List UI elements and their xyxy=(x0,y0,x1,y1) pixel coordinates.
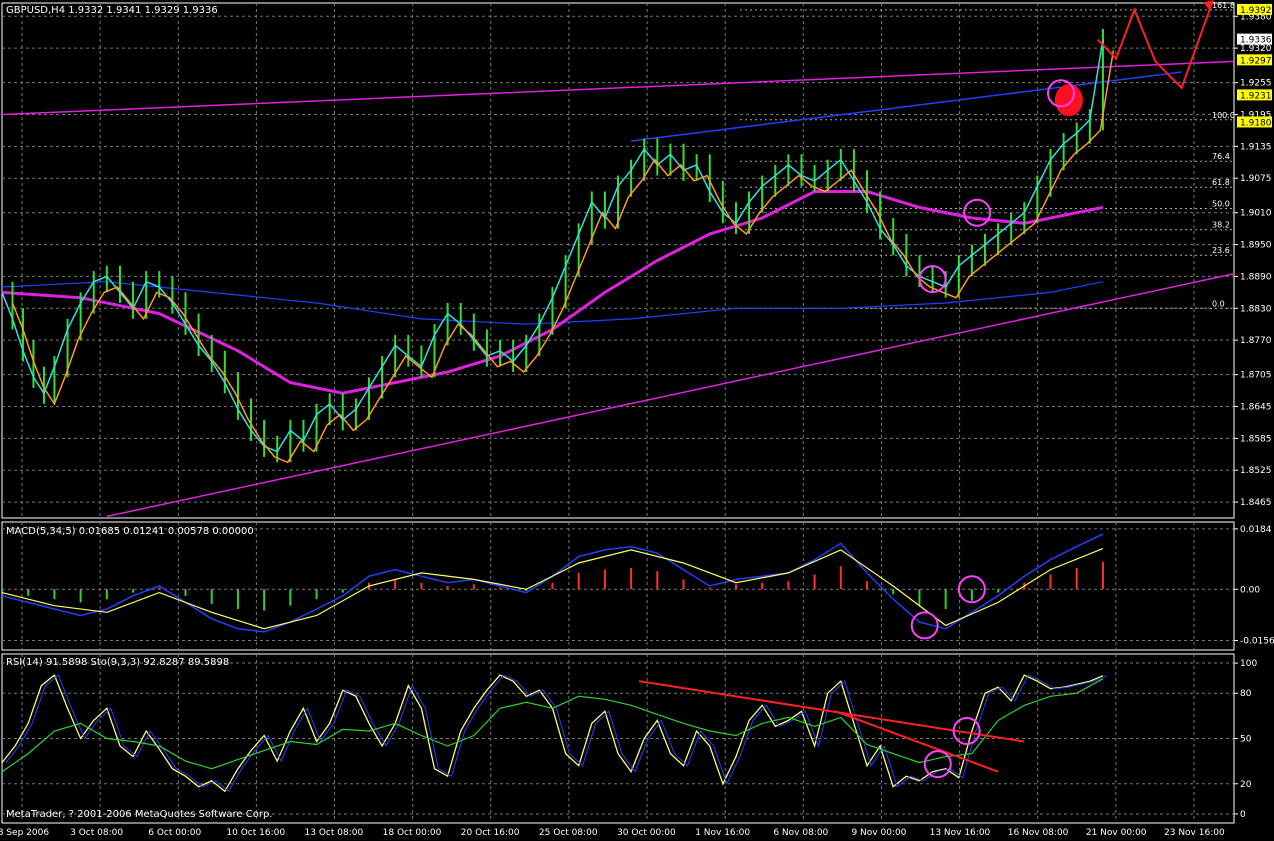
main-header: GBPUSD,H4 1.9332 1.9341 1.9329 1.9336 xyxy=(6,5,218,16)
y-tick-label: 0.00 xyxy=(1240,585,1260,595)
y-tick-label: 80 xyxy=(1240,689,1252,699)
x-tick-label: 13 Nov 16:00 xyxy=(930,828,991,838)
y-tick-label: 20 xyxy=(1240,780,1252,790)
y-tick-label: 50 xyxy=(1240,735,1252,745)
macd-header: MACD(5,34,5) 0.01685 0.01241 0.00578 0.0… xyxy=(6,526,254,537)
x-tick-label: 21 Nov 00:00 xyxy=(1086,828,1147,838)
fib-level-label: 161.8 xyxy=(1212,1,1235,10)
x-tick-label: 30 Oct 00:00 xyxy=(617,828,676,838)
metatrader-chart: 28 Sep 2006 3 Oct 08:00 6 Oct 00:00 10 Oct … xyxy=(0,0,1274,841)
x-tick-label: 10 Oct 16:00 xyxy=(226,828,285,838)
x-tick-label: 16 Nov 08:00 xyxy=(1008,828,1069,838)
fib-level-label: 100.0 xyxy=(1212,111,1235,120)
price-badge-label: 1.9336 xyxy=(1240,36,1272,46)
rsi-header: RSI(14) 91.5898 Sto(9,3,3) 92.8287 89.58… xyxy=(6,657,229,668)
price-badge-label: 1.9180 xyxy=(1240,118,1272,128)
price-badge-label: 1.9231 xyxy=(1240,91,1272,101)
x-tick-label: 9 Nov 00:00 xyxy=(851,828,906,838)
y-tick-label: 1.8465 xyxy=(1240,498,1272,508)
y-tick-label: 1.8645 xyxy=(1240,403,1272,413)
y-tick-label: 1.8770 xyxy=(1240,336,1272,346)
fib-level-label: 23.6 xyxy=(1212,246,1230,255)
y-tick-label: 1.8890 xyxy=(1240,272,1272,282)
price-badge-label: 1.9297 xyxy=(1240,56,1272,66)
fib-level-label: 50.0 xyxy=(1212,199,1230,208)
fib-level-label: 76.4 xyxy=(1212,152,1230,161)
y-tick-label: 1.9255 xyxy=(1240,79,1272,89)
y-tick-label: 100 xyxy=(1240,659,1257,669)
fib-level-label: 38.2 xyxy=(1212,221,1230,230)
y-tick-label: 1.9075 xyxy=(1240,174,1272,184)
y-tick-label: 1.8830 xyxy=(1240,304,1272,314)
x-tick-label: 6 Nov 08:00 xyxy=(773,828,828,838)
fib-level-label: 0.0 xyxy=(1212,299,1225,308)
y-tick-label: 1.8705 xyxy=(1240,371,1272,381)
x-tick-label: 20 Oct 16:00 xyxy=(461,828,520,838)
x-tick-label: 6 Oct 00:00 xyxy=(148,828,201,838)
y-tick-label: -0.0156 xyxy=(1240,636,1274,646)
y-tick-label: 1.9135 xyxy=(1240,142,1272,152)
y-tick-label: 1.9010 xyxy=(1240,209,1272,219)
y-tick-label: 0.0184 xyxy=(1240,525,1272,535)
x-tick-label: 13 Oct 08:00 xyxy=(305,828,364,838)
y-tick-label: 1.8525 xyxy=(1240,466,1272,476)
y-tick-label: 1.8950 xyxy=(1240,241,1272,251)
copyright-text: MetaTrader, ? 2001-2006 MetaQuotes Softw… xyxy=(6,809,272,820)
y-tick-label: 1.8585 xyxy=(1240,434,1272,444)
x-tick-label: 18 Oct 00:00 xyxy=(383,828,442,838)
x-tick-label: 1 Nov 16:00 xyxy=(695,828,750,838)
x-tick-label: 25 Oct 08:00 xyxy=(539,828,598,838)
x-tick-label: 23 Nov 16:00 xyxy=(1164,828,1225,838)
target-zone-marker xyxy=(1054,84,1083,117)
price-badge-label: 1.9392 xyxy=(1240,6,1272,16)
x-tick-label: 3 Oct 08:00 xyxy=(70,828,123,838)
fib-level-label: 61.8 xyxy=(1212,178,1230,187)
y-tick-label: 0 xyxy=(1240,810,1246,820)
x-tick-label: 28 Sep 2006 xyxy=(0,828,49,838)
